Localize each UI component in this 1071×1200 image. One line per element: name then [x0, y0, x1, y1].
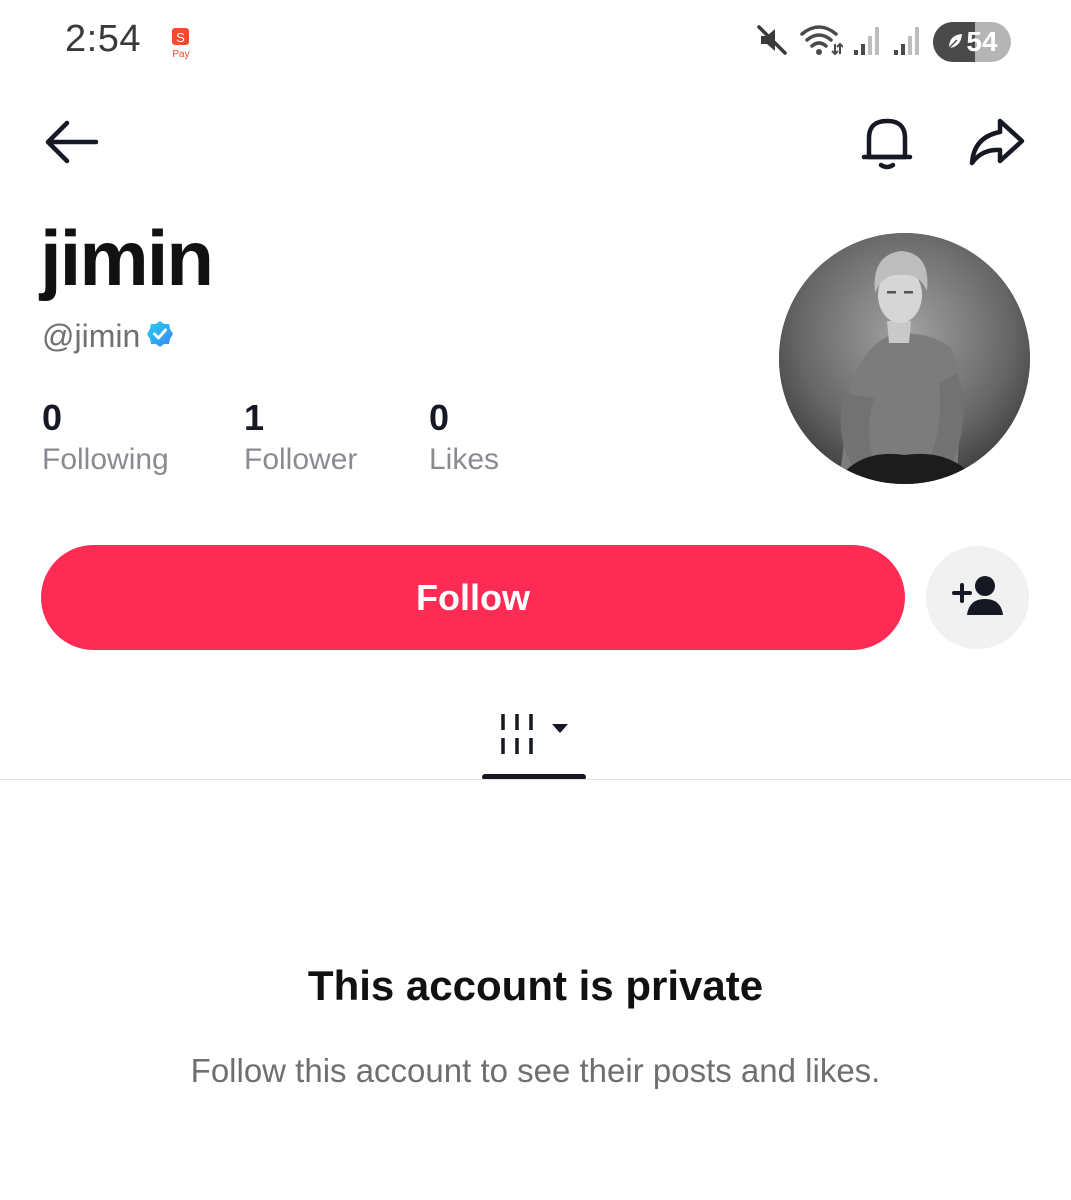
tab-divider — [0, 779, 1071, 780]
profile-display-name: jimin — [40, 214, 214, 302]
tab-videos[interactable] — [482, 692, 586, 780]
follow-button[interactable]: Follow — [41, 545, 905, 650]
status-bar: 2:54 S Pay 54 — [0, 0, 1071, 90]
back-button[interactable] — [36, 112, 106, 176]
svg-text:Pay: Pay — [172, 49, 189, 59]
stat-likes[interactable]: 0 Likes — [429, 396, 499, 480]
share-button[interactable] — [960, 110, 1032, 180]
stat-likes-label: Likes — [429, 443, 500, 476]
wifi-icon — [799, 22, 844, 63]
status-time: 2:54 — [65, 18, 141, 60]
mute-icon — [755, 23, 789, 62]
stat-following-count: 0 — [42, 397, 63, 438]
signal-icon — [853, 23, 883, 62]
stat-followers-label: Follower — [244, 443, 358, 476]
private-account-subtitle: Follow this account to see their posts a… — [190, 1052, 881, 1089]
stat-followers-count: 1 — [244, 397, 265, 438]
profile-handle-row: @jimin — [42, 314, 174, 358]
status-icons: 54 — [755, 22, 1011, 62]
private-account-title: This account is private — [307, 962, 764, 1009]
battery-level: 54 — [966, 26, 998, 57]
stat-following[interactable]: 0 Following — [42, 396, 169, 480]
arrow-left-icon — [41, 117, 101, 172]
notification-bell-button[interactable] — [852, 110, 922, 180]
spay-notification-icon: S Pay — [168, 27, 194, 60]
stat-following-label: Following — [42, 443, 169, 476]
suggested-accounts-button[interactable] — [926, 546, 1029, 649]
caret-down-icon — [551, 721, 569, 739]
stat-followers[interactable]: 1 Follower — [244, 396, 357, 480]
share-icon — [966, 115, 1026, 176]
profile-avatar[interactable] — [779, 233, 1030, 484]
stat-likes-count: 0 — [429, 397, 450, 438]
battery-indicator: 54 — [933, 22, 1011, 62]
verified-badge-icon — [146, 320, 174, 353]
bell-icon — [860, 113, 914, 178]
battery-saver-icon — [946, 26, 964, 58]
signal-icon — [893, 23, 923, 62]
grid-lines-icon — [499, 710, 543, 763]
svg-text:S: S — [176, 30, 185, 45]
add-user-icon — [951, 573, 1004, 622]
profile-handle: @jimin — [42, 317, 141, 354]
